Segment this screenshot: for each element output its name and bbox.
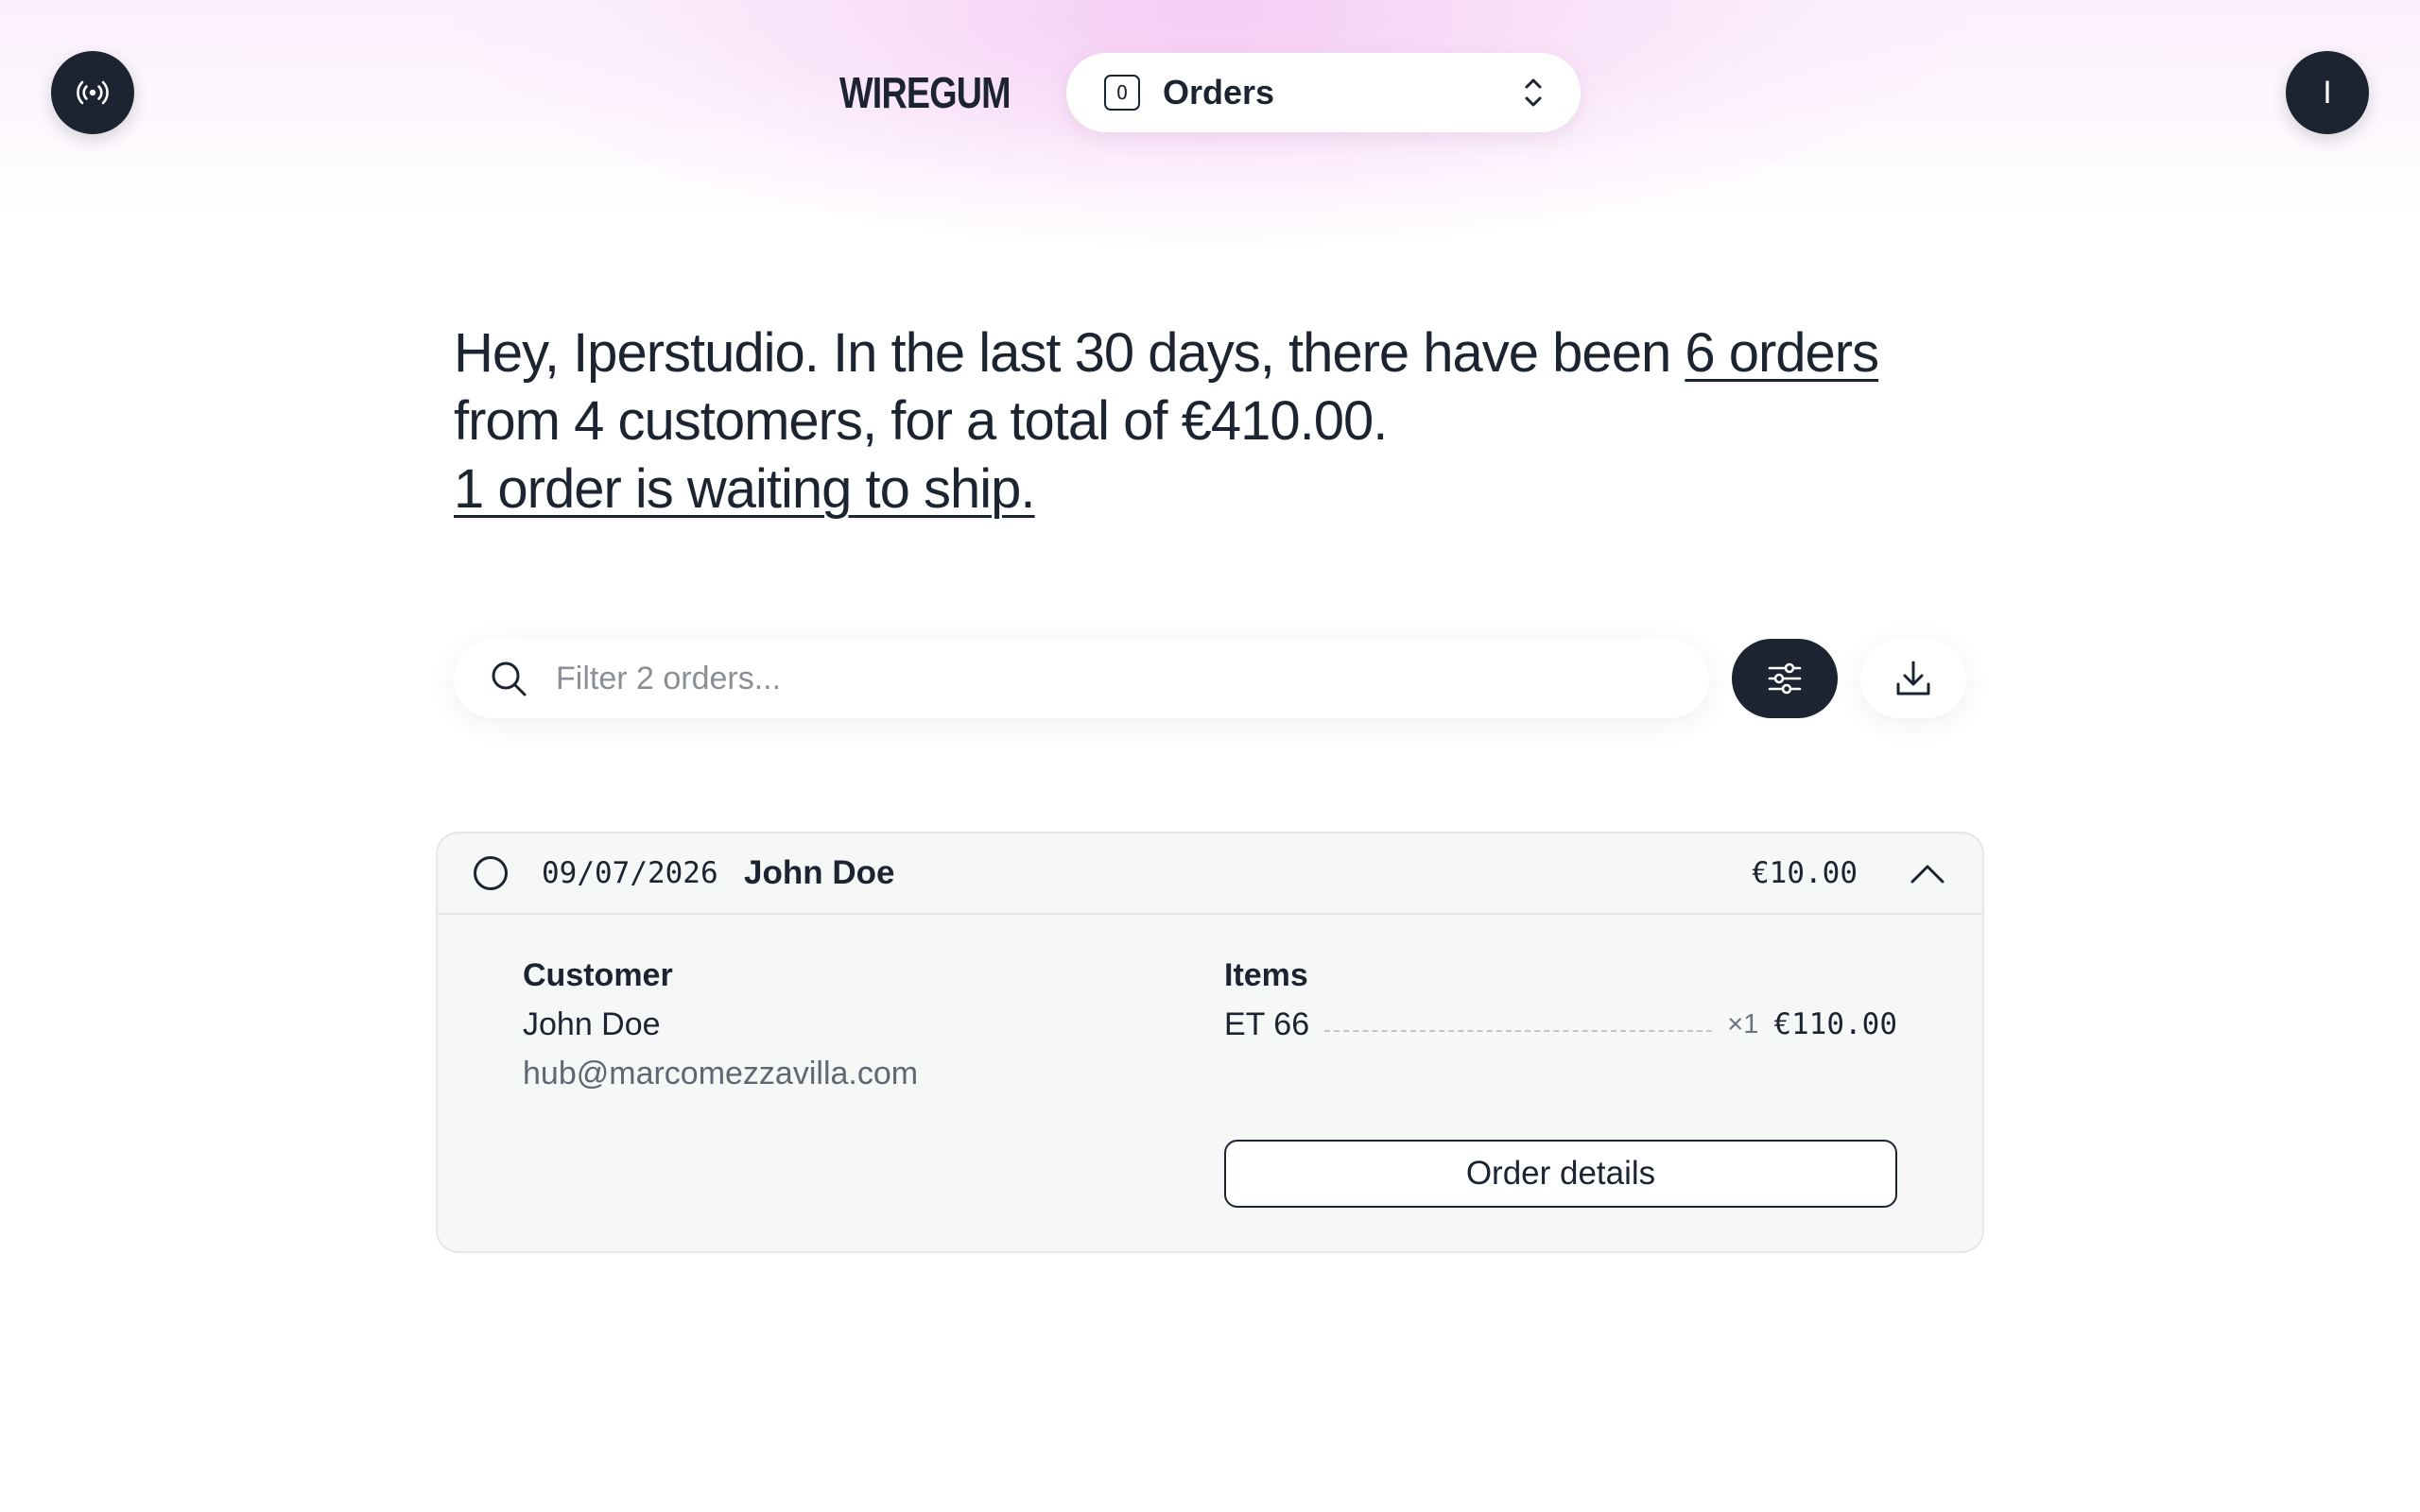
order-row-header[interactable]: 09/07/2026 John Doe €10.00 [438,833,1982,915]
customer-section-title: Customer [523,957,673,993]
chevron-up-icon[interactable] [1907,854,1948,892]
filters-button[interactable] [1732,639,1838,718]
order-card: 09/07/2026 John Doe €10.00 Customer John… [436,832,1984,1253]
items-section-title: Items [1224,957,1308,993]
section-switcher[interactable]: O Orders [1066,53,1581,132]
order-filter-input[interactable] [554,659,1645,698]
customer-email: hub@marcomezzavilla.com [523,1056,919,1091]
download-icon [1896,661,1930,696]
item-quantity: ×1 [1727,1008,1759,1040]
item-name: ET 66 [1224,1005,1310,1042]
item-dotted-leader [1324,1030,1713,1032]
order-select-radio[interactable] [474,856,508,890]
order-item-row: ET 66 ×1 €110.00 [1224,1004,1897,1045]
waiting-to-ship-link[interactable]: 1 order is waiting to ship. [454,458,1036,520]
chevron-up-down-icon [1520,74,1547,112]
download-button[interactable] [1860,639,1966,718]
summary-text: Hey, Iperstudio. In the last 30 days, th… [454,319,1928,524]
orders-page: WIREGUM O Orders I Hey, Iperstudio. In t… [0,0,2420,1512]
item-price: €110.00 [1773,1007,1897,1041]
broadcast-icon [77,80,109,105]
live-button[interactable] [51,51,134,134]
search-icon [492,662,527,696]
summary-intro: Hey, Iperstudio. In the last 30 days, th… [454,322,1685,384]
sliders-icon [1768,662,1802,695]
shortcut-key-badge: O [1104,75,1140,111]
section-switcher-label: Orders [1163,73,1275,112]
order-date: 09/07/2026 [542,856,718,890]
user-avatar-button[interactable]: I [2286,51,2369,134]
orders-count-link[interactable]: 6 orders [1685,322,1879,384]
order-details-button[interactable]: Order details [1224,1140,1897,1208]
order-customer-name: John Doe [744,854,895,891]
customer-name: John Doe [523,1006,661,1042]
brand-logo: WIREGUM [839,68,1011,117]
order-filter-bar [454,639,1709,718]
avatar-initial: I [2323,74,2332,111]
summary-customers-total: from 4 customers, for a total of €410.00… [454,390,1388,452]
order-total: €10.00 [1752,856,1858,890]
